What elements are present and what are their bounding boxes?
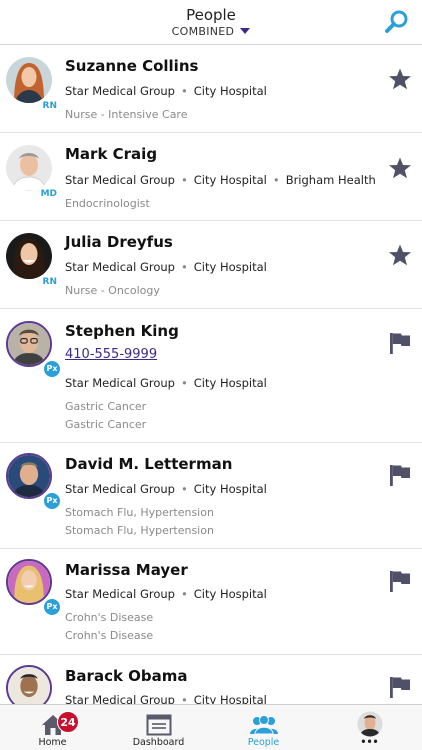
org-name: Star Medical Group xyxy=(65,376,175,390)
flag-icon[interactable] xyxy=(388,331,412,355)
tab-label: Home xyxy=(38,737,67,748)
page-title: People xyxy=(186,6,236,24)
org-list: Star Medical Group • City Hospital xyxy=(65,376,267,390)
phone-link[interactable]: 410-555-9999 xyxy=(65,347,157,362)
role-badge: MD xyxy=(37,187,60,201)
star-icon[interactable] xyxy=(388,156,412,180)
avatar: RN xyxy=(6,57,60,113)
separator-dot: • xyxy=(180,260,188,274)
tab-people[interactable]: People xyxy=(211,705,316,750)
filter-dropdown[interactable]: COMBINED xyxy=(0,25,422,38)
role-badge: RN xyxy=(39,275,60,289)
tab-label: People xyxy=(247,737,280,748)
person-detail: Stomach Flu, Hypertension xyxy=(65,506,214,519)
person-row[interactable]: RN Suzanne Collins Star Medical Group • Ci… xyxy=(0,45,422,133)
person-name[interactable]: Mark Craig xyxy=(65,145,157,163)
avatar: Px xyxy=(6,321,62,379)
people-list: RN Suzanne Collins Star Medical Group • Ci… xyxy=(0,45,422,704)
people-icon xyxy=(250,715,278,735)
separator-dot: • xyxy=(180,173,188,187)
role-badge: Px xyxy=(42,597,62,617)
person-name[interactable]: David M. Letterman xyxy=(65,455,232,473)
person-detail: Nurse - Oncology xyxy=(65,284,160,297)
org-name: City Hospital xyxy=(193,84,267,98)
org-list: Star Medical Group • City Hospital xyxy=(65,693,267,704)
avatar: Px xyxy=(6,453,62,511)
person-name[interactable]: Julia Dreyfus xyxy=(65,233,173,251)
person-name[interactable]: Marissa Mayer xyxy=(65,561,188,579)
org-list: Star Medical Group • City Hospital xyxy=(65,482,267,496)
person-name[interactable]: Stephen King xyxy=(65,322,179,340)
search-icon[interactable] xyxy=(384,9,410,35)
flag-icon[interactable] xyxy=(388,569,412,593)
avatar: MD xyxy=(6,145,60,201)
caret-down-icon xyxy=(240,28,251,34)
tab-dashboard[interactable]: Dashboard xyxy=(106,705,211,750)
filter-label: COMBINED xyxy=(171,25,235,38)
avatar: Px xyxy=(6,559,62,617)
more-label: ••• xyxy=(360,737,379,748)
person-row[interactable]: MD Mark Craig Star Medical Group • City Ho… xyxy=(0,133,422,221)
person-row[interactable]: Px David M. Letterman Star Medical Group… xyxy=(0,443,422,549)
person-detail: Crohn's Disease xyxy=(65,629,154,642)
separator-dot: • xyxy=(272,173,280,187)
org-list: Star Medical Group • City Hospital • Brigham… xyxy=(65,173,376,187)
flag-icon[interactable] xyxy=(388,463,412,487)
role-badge: Px xyxy=(42,359,62,379)
org-name: Star Medical Group xyxy=(65,482,175,496)
org-list: Star Medical Group • City Hospital xyxy=(65,260,267,274)
person-detail: Crohn's Disease xyxy=(65,611,154,624)
org-name: Brigham Health xyxy=(285,173,376,187)
tab-label: Dashboard xyxy=(132,737,185,748)
org-name: City Hospital xyxy=(193,173,267,187)
tab-home[interactable]: 24 Home xyxy=(0,705,105,750)
person-name[interactable]: Suzanne Collins xyxy=(65,57,198,75)
tab-more[interactable]: ••• xyxy=(317,705,422,750)
star-icon[interactable] xyxy=(388,243,412,267)
person-row[interactable]: Px Barack Obama Star Medical Group • City … xyxy=(0,655,422,704)
avatar-photo xyxy=(6,145,52,192)
org-name: Star Medical Group xyxy=(65,587,175,601)
avatar-photo xyxy=(6,57,52,103)
org-name: City Hospital xyxy=(193,376,267,390)
person-detail: Gastric Cancer xyxy=(65,418,147,431)
separator-dot: • xyxy=(180,84,188,98)
separator-dot: • xyxy=(180,587,188,601)
org-name: Star Medical Group xyxy=(65,84,175,98)
org-name: Star Medical Group xyxy=(65,173,175,187)
org-list: Star Medical Group • City Hospital xyxy=(65,84,267,98)
role-badge: RN xyxy=(39,99,60,113)
star-icon[interactable] xyxy=(388,67,412,91)
role-badge: Px xyxy=(42,491,62,511)
notification-badge: 24 xyxy=(57,711,79,733)
header: People COMBINED xyxy=(0,0,422,45)
person-detail: Stomach Flu, Hypertension xyxy=(65,524,214,537)
person-detail: Nurse - Intensive Care xyxy=(65,108,188,121)
avatar-photo xyxy=(6,665,52,704)
profile-avatar xyxy=(357,711,383,737)
org-name: City Hospital xyxy=(193,482,267,496)
person-name[interactable]: Barack Obama xyxy=(65,667,188,685)
avatar: RN xyxy=(6,233,60,289)
separator-dot: • xyxy=(180,376,188,390)
dashboard-icon xyxy=(146,714,172,736)
person-detail: Endocrinologist xyxy=(65,197,150,210)
avatar: Px xyxy=(6,665,62,704)
avatar-photo xyxy=(6,233,52,279)
org-name: City Hospital xyxy=(193,587,267,601)
org-list: Star Medical Group • City Hospital xyxy=(65,587,267,601)
person-row[interactable]: Px Stephen King 410-555-9999 Star Medica… xyxy=(0,309,422,443)
separator-dot: • xyxy=(180,482,188,496)
flag-icon[interactable] xyxy=(388,675,412,699)
org-name: Star Medical Group xyxy=(65,693,175,704)
person-row[interactable]: Px Marissa Mayer Star Medical Group • City… xyxy=(0,549,422,655)
org-name: Star Medical Group xyxy=(65,260,175,274)
separator-dot: • xyxy=(180,693,188,704)
person-detail: Gastric Cancer xyxy=(65,400,147,413)
org-name: City Hospital xyxy=(193,693,267,704)
org-name: City Hospital xyxy=(193,260,267,274)
tab-bar: 24 Home Dashboard People ••• xyxy=(0,704,422,750)
person-row[interactable]: RN Julia Dreyfus Star Medical Group • City… xyxy=(0,221,422,309)
